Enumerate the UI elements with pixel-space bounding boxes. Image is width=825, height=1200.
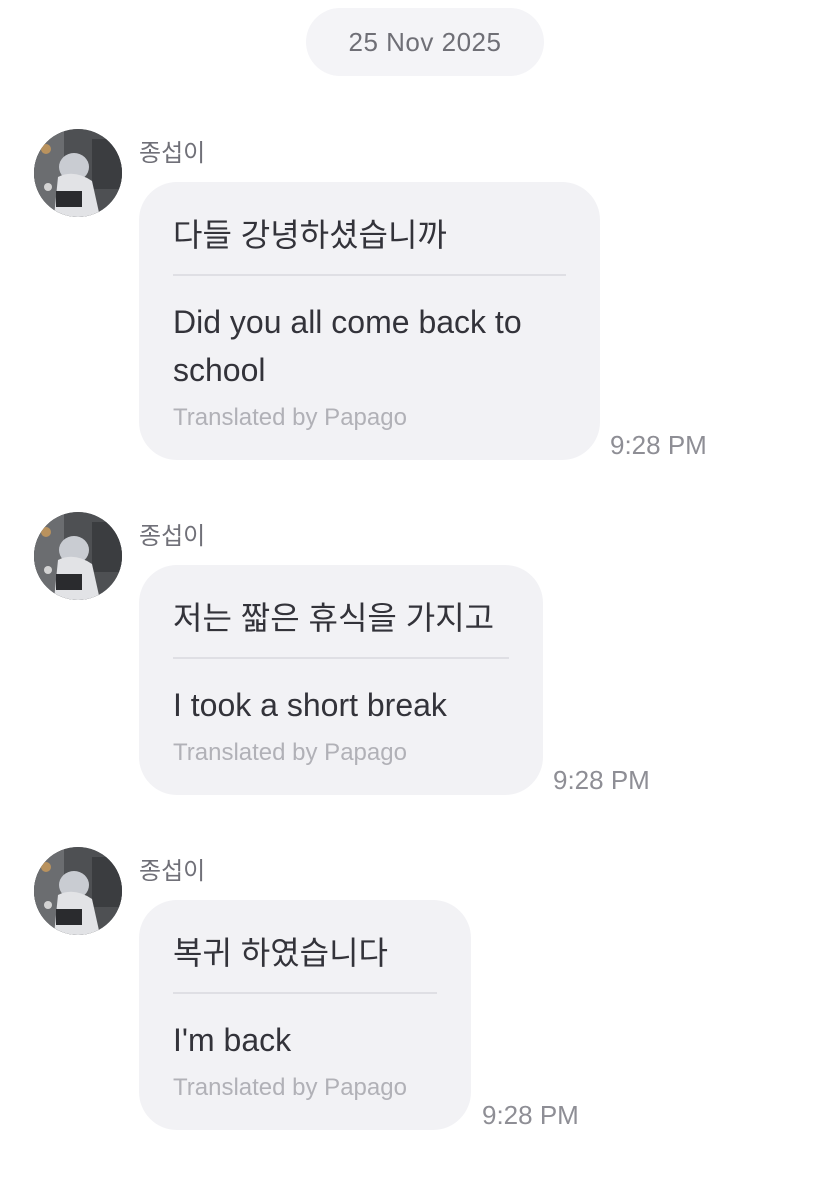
message-time: 9:28 PM: [610, 430, 707, 460]
original-text: 다들 강녕하셨습니까: [173, 217, 447, 253]
translated-text: I'm back: [173, 1022, 292, 1058]
message-bubble[interactable]: 복귀 하였습니다 I'm back Translated by Papago: [139, 900, 471, 1130]
original-text: 복귀 하였습니다: [173, 935, 388, 971]
avatar[interactable]: [34, 847, 122, 935]
avatar[interactable]: [34, 512, 122, 600]
translated-text: Did you all come back to school: [173, 304, 522, 388]
message-bubble[interactable]: 다들 강녕하셨습니까 Did you all come back to scho…: [139, 182, 600, 460]
date-separator: 25 Nov 2025: [306, 8, 544, 76]
sender-name: 종섭이: [139, 523, 206, 550]
profile-photo-icon: [34, 847, 122, 935]
translation-credit: Translated by Papago: [173, 404, 407, 431]
original-text: 저는 짧은 휴식을 가지고: [173, 600, 495, 636]
translation-credit: Translated by Papago: [173, 1074, 407, 1101]
message-time: 9:28 PM: [482, 1100, 579, 1130]
sender-name: 종섭이: [139, 858, 206, 885]
message-bubble[interactable]: 저는 짧은 휴식을 가지고 I took a short break Trans…: [139, 565, 543, 795]
translation-credit: Translated by Papago: [173, 739, 407, 766]
avatar[interactable]: [34, 129, 122, 217]
sender-name: 종섭이: [139, 140, 206, 167]
profile-photo-icon: [34, 129, 122, 217]
message-time: 9:28 PM: [553, 765, 650, 795]
translated-text: I took a short break: [173, 687, 447, 723]
profile-photo-icon: [34, 512, 122, 600]
